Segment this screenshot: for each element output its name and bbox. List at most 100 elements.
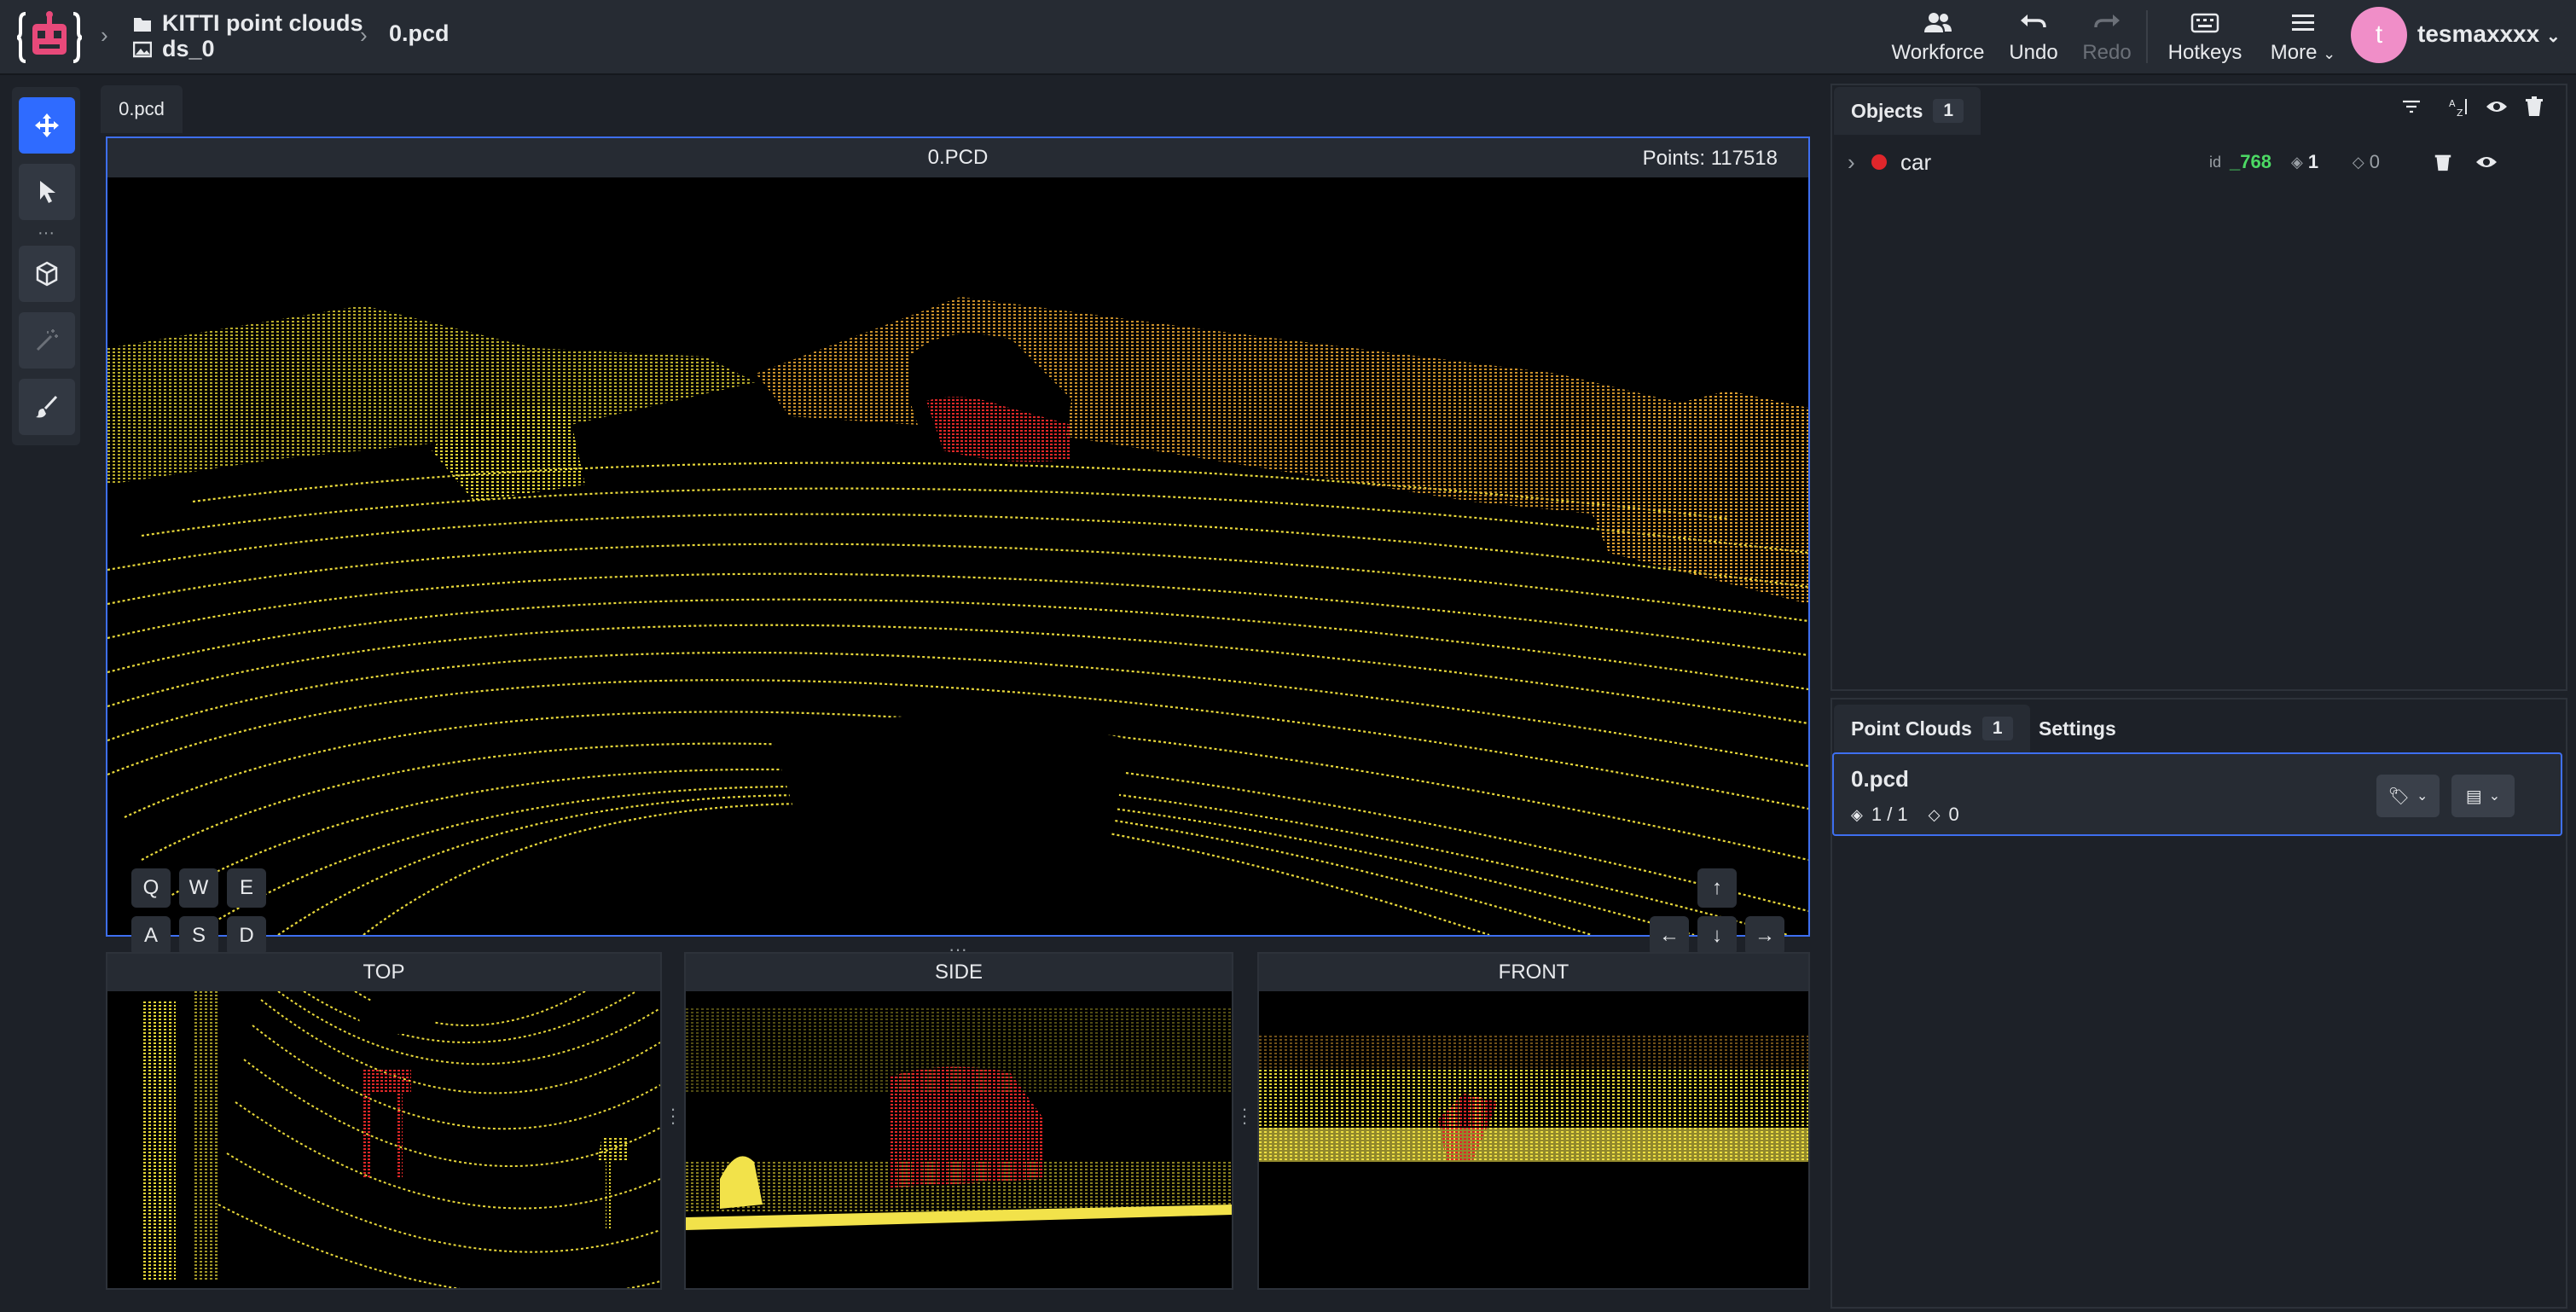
layers-icon: ◈ xyxy=(1851,805,1863,823)
object-row-car[interactable]: › car id _768 ◈ 1 ◇ 0 xyxy=(1842,142,2559,183)
undo-icon xyxy=(2021,15,2046,28)
top-view-canvas[interactable] xyxy=(107,991,660,1288)
brush-tool-button[interactable] xyxy=(19,379,75,435)
document-icon: ▤ xyxy=(2465,787,2482,806)
top-view-title: TOP xyxy=(107,954,660,991)
magic-wand-tool-button[interactable] xyxy=(19,312,75,369)
pointcloud-layers: 1 / 1 xyxy=(1871,804,1908,825)
arrow-right-icon: → xyxy=(1755,924,1775,947)
point-clouds-count-badge: 1 xyxy=(1981,717,2013,740)
left-wall-points xyxy=(107,305,756,485)
pointcloud-tags: 0 xyxy=(1948,804,1959,825)
sort-alpha-icon[interactable]: AZ xyxy=(2448,96,2470,118)
settings-tab-label: Settings xyxy=(2039,717,2116,740)
tab-file[interactable]: 0.pcd xyxy=(101,85,183,133)
svg-text:Z: Z xyxy=(2457,107,2463,118)
undo-label: Undo xyxy=(2009,41,2058,64)
arrow-right-button[interactable]: → xyxy=(1745,916,1784,955)
front-view[interactable]: FRONT xyxy=(1257,952,1810,1290)
key-q-button[interactable]: Q xyxy=(131,868,171,908)
breadcrumb-project-label: KITTI point clouds xyxy=(162,10,363,36)
workforce-button[interactable]: Workforce xyxy=(1887,5,1989,70)
toggle-visibility-icon[interactable] xyxy=(2475,151,2498,173)
object-id: _768 xyxy=(2230,151,2271,172)
expand-chevron-icon[interactable]: › xyxy=(1848,149,1871,176)
side-view[interactable]: SIDE xyxy=(684,952,1233,1290)
redo-button[interactable]: Redo xyxy=(2073,5,2141,70)
chevron-down-icon: ⌄ xyxy=(2488,789,2501,804)
user-menu[interactable]: tesmaxxxx ⌄ xyxy=(2417,20,2561,48)
main-3d-view[interactable]: 0.PCD Points: 117518 Q W E A S D ↑ ← ↓ → xyxy=(106,136,1810,955)
pointcloud-card[interactable]: 0.pcd ◈ 1 / 1 ◇ 0 🏷 ⌄ ▤ ⌄ xyxy=(1832,752,2562,836)
cuboid-tool-button[interactable] xyxy=(19,246,75,302)
tag-dropdown-button[interactable]: 🏷 ⌄ xyxy=(2376,775,2440,817)
arrow-down-button[interactable]: ↓ xyxy=(1697,916,1737,955)
arrow-left-button[interactable]: ← xyxy=(1650,916,1689,955)
key-a-button[interactable]: A xyxy=(131,916,171,955)
breadcrumb-dataset[interactable]: ds_0 xyxy=(133,36,215,62)
filter-icon[interactable] xyxy=(2400,96,2422,118)
pointer-icon xyxy=(40,181,55,203)
key-e-button[interactable]: E xyxy=(227,868,266,908)
tag-fill-icon: 🏷 xyxy=(2387,787,2410,806)
tab-objects[interactable]: Objects 1 xyxy=(1834,87,1981,135)
chevron-down-icon: ⌄ xyxy=(2416,789,2428,804)
robot-logo-icon[interactable] xyxy=(17,7,82,68)
top-bar: › KITTI point clouds ds_0 › 0.pcd Workfo… xyxy=(0,0,2576,75)
undo-button[interactable]: Undo xyxy=(1999,5,2068,70)
arrow-down-icon: ↓ xyxy=(1712,924,1722,947)
object-layers-count: 1 xyxy=(2307,151,2319,172)
tool-rail: ··· xyxy=(12,87,80,445)
chevron-down-icon: ⌄ xyxy=(2323,45,2336,62)
point-cloud-canvas[interactable] xyxy=(107,177,1808,935)
hotkeys-label: Hotkeys xyxy=(2167,41,2242,64)
side-view-render xyxy=(686,1008,1232,1230)
top-view-render xyxy=(142,991,660,1288)
workforce-label: Workforce xyxy=(1891,41,1985,64)
side-view-canvas[interactable] xyxy=(686,991,1232,1288)
key-w-button[interactable]: W xyxy=(179,868,218,908)
tag-icon: ◇ xyxy=(2352,153,2364,171)
info-dropdown-button[interactable]: ▤ ⌄ xyxy=(2451,775,2515,817)
move-tool-button[interactable] xyxy=(19,97,75,154)
arrow-up-button[interactable]: ↑ xyxy=(1697,868,1737,908)
vertical-resize-handle[interactable]: · · · xyxy=(1240,1100,1249,1132)
select-tool-button[interactable] xyxy=(19,164,75,220)
object-id-label: id xyxy=(2209,153,2222,171)
top-view[interactable]: TOP xyxy=(106,952,662,1290)
avatar[interactable]: t xyxy=(2351,7,2407,63)
point-clouds-tab-label: Point Clouds xyxy=(1851,717,1972,740)
front-view-canvas[interactable] xyxy=(1259,991,1808,1288)
key-s-button[interactable]: S xyxy=(179,916,218,955)
key-d-button[interactable]: D xyxy=(227,916,266,955)
breadcrumb-file[interactable]: 0.pcd xyxy=(389,20,450,47)
delete-object-icon[interactable] xyxy=(2433,152,2453,172)
menu-icon xyxy=(2292,15,2314,31)
object-color-dot xyxy=(1871,154,1887,170)
more-label: More ⌄ xyxy=(2270,41,2336,64)
main-view-title: 0.PCD xyxy=(927,146,989,169)
point-cloud-render xyxy=(107,297,1808,935)
more-button[interactable]: More ⌄ xyxy=(2260,5,2346,70)
trash-icon[interactable] xyxy=(2523,96,2545,118)
chevron-down-icon: ⌄ xyxy=(2546,27,2561,46)
cube-icon xyxy=(36,261,58,287)
keyboard-icon xyxy=(2190,13,2219,33)
front-view-render xyxy=(1259,1034,1808,1162)
pointcloud-meta: ◈ 1 / 1 ◇ 0 xyxy=(1851,804,1959,826)
vertical-resize-handle[interactable]: · · · xyxy=(669,1100,677,1132)
ego-shadow xyxy=(773,715,1131,935)
tab-settings[interactable]: Settings xyxy=(2022,705,2133,752)
arrow-up-icon: ↑ xyxy=(1712,876,1722,899)
move-icon xyxy=(35,113,59,137)
svg-text:A: A xyxy=(2449,98,2456,109)
hotkeys-button[interactable]: Hotkeys xyxy=(2158,5,2252,70)
tag-icon: ◇ xyxy=(1928,805,1941,823)
people-icon xyxy=(1924,13,1952,32)
layers-icon: ◈ xyxy=(2291,153,2303,171)
tab-point-clouds[interactable]: Point Clouds 1 xyxy=(1834,705,2030,752)
side-view-title: SIDE xyxy=(686,954,1232,991)
breadcrumb-file-label: 0.pcd xyxy=(389,20,450,46)
eye-icon[interactable] xyxy=(2486,96,2508,118)
breadcrumb-project[interactable]: KITTI point clouds xyxy=(133,10,363,37)
